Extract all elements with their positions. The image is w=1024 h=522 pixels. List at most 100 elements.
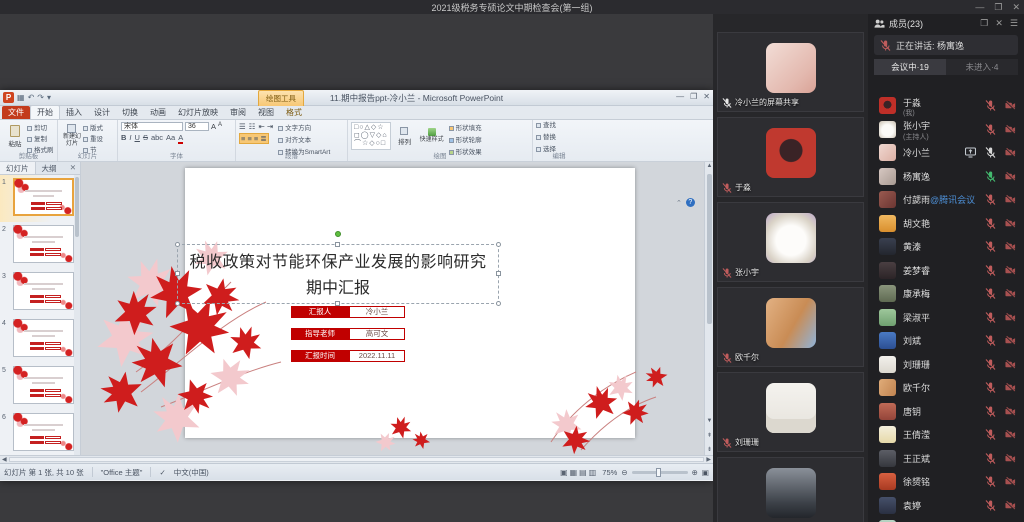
grow-font-button[interactable]: A: [211, 122, 216, 131]
camera-off-icon[interactable]: [1005, 265, 1016, 276]
strikethrough-button[interactable]: S: [143, 133, 148, 144]
italic-button[interactable]: I: [129, 133, 131, 144]
clear-formatting-button[interactable]: abc: [151, 133, 163, 144]
mic-icon[interactable]: [985, 312, 996, 323]
paste-button[interactable]: 粘贴: [3, 122, 27, 150]
mic-icon[interactable]: [985, 382, 996, 393]
ribbon-tab[interactable]: 开始: [30, 105, 60, 119]
member-row[interactable]: 张小宇 (主持人): [868, 118, 1024, 142]
member-row[interactable]: 徐赟铭: [868, 470, 1024, 494]
ribbon-tab[interactable]: 幻灯片放映: [172, 106, 224, 119]
align-buttons[interactable]: ≡ ≡ ≡ ≣: [239, 133, 269, 144]
resize-handle[interactable]: [175, 301, 180, 306]
mic-icon[interactable]: [985, 429, 996, 440]
slide-scrollbar-horizontal[interactable]: ◀ ▶: [0, 455, 713, 463]
numbering-button[interactable]: ☷: [249, 122, 256, 131]
member-row[interactable]: 胡文艳: [868, 212, 1024, 236]
member-row[interactable]: 王正斌: [868, 447, 1024, 471]
panel-menu-icon[interactable]: ☰: [1010, 18, 1018, 29]
member-row[interactable]: 刘珊珊: [868, 353, 1024, 377]
camera-off-icon[interactable]: [1005, 476, 1016, 487]
resize-handle[interactable]: [335, 242, 340, 247]
tab-not-joined[interactable]: 未进入·4: [946, 59, 1018, 75]
reset-button[interactable]: 重设: [83, 133, 103, 143]
find-button[interactable]: 查找: [536, 119, 582, 129]
resize-handle[interactable]: [175, 242, 180, 247]
ppt-close-button[interactable]: ✕: [703, 92, 710, 101]
camera-off-icon[interactable]: [1005, 335, 1016, 346]
member-row[interactable]: 姜梦睿: [868, 259, 1024, 283]
slide-info-table[interactable]: 汇报人 冷小兰 指导老师 高可文 汇报时间 2022.11.11: [291, 306, 405, 372]
mic-icon[interactable]: [985, 100, 996, 111]
camera-off-icon[interactable]: [1005, 147, 1016, 158]
camera-off-icon[interactable]: [1005, 124, 1016, 135]
member-row[interactable]: 康承梅: [868, 282, 1024, 306]
qat-customize-icon[interactable]: ▾: [47, 93, 51, 102]
minimize-button[interactable]: —: [975, 0, 984, 14]
mic-icon[interactable]: [985, 288, 996, 299]
slide-thumbnail[interactable]: 3: [0, 269, 74, 316]
new-slide-button[interactable]: 新建幻灯片: [61, 122, 83, 150]
member-row[interactable]: 杨寓逸: [868, 165, 1024, 189]
camera-off-icon[interactable]: [1005, 453, 1016, 464]
previous-slide-button[interactable]: ⇞: [705, 432, 713, 439]
resize-handle[interactable]: [175, 271, 180, 276]
undo-icon[interactable]: ↶: [28, 93, 35, 102]
zoom-in-button[interactable]: ⊕: [692, 468, 698, 477]
member-row[interactable]: 梁淑平: [868, 306, 1024, 330]
fit-to-window-button[interactable]: ▣: [702, 468, 709, 477]
outline-panel-tab[interactable]: 大纲: [36, 162, 63, 174]
font-color-button[interactable]: A: [178, 133, 183, 144]
indent-buttons[interactable]: ⇤ ⇥: [258, 122, 273, 131]
shrink-font-button[interactable]: A: [218, 122, 222, 131]
font-name-combobox[interactable]: 宋体: [121, 122, 183, 131]
mic-icon[interactable]: [985, 171, 996, 182]
member-row[interactable]: 黄溙: [868, 235, 1024, 259]
resize-handle[interactable]: [496, 301, 501, 306]
shape-fill-button[interactable]: 形状填充: [449, 122, 482, 132]
mic-icon[interactable]: [985, 194, 996, 205]
slide-thumbnail[interactable]: 2: [0, 222, 74, 269]
member-row[interactable]: 袁婷: [868, 494, 1024, 518]
video-tile[interactable]: 刘珊珊: [717, 372, 864, 452]
member-row[interactable]: 欧千尔: [868, 376, 1024, 400]
ppt-maximize-button[interactable]: ❐: [690, 92, 697, 101]
camera-off-icon[interactable]: [1005, 406, 1016, 417]
camera-off-icon[interactable]: [1005, 500, 1016, 511]
tab-in-meeting[interactable]: 会议中·19: [874, 59, 946, 75]
thumbnail-scrollbar[interactable]: [74, 175, 80, 455]
popout-panel-icon[interactable]: ❐: [980, 18, 988, 29]
redo-icon[interactable]: ↷: [37, 93, 44, 102]
video-tile[interactable]: 欧千尔: [717, 287, 864, 367]
mic-icon[interactable]: [985, 124, 996, 135]
close-panel-icon[interactable]: ✕: [66, 162, 80, 174]
rotate-handle[interactable]: [335, 231, 341, 237]
mic-icon[interactable]: [985, 406, 996, 417]
mic-icon[interactable]: [985, 265, 996, 276]
ribbon-tab[interactable]: 设计: [88, 106, 116, 119]
ppt-minimize-button[interactable]: —: [676, 92, 684, 101]
camera-off-icon[interactable]: [1005, 100, 1016, 111]
slide-thumbnail[interactable]: 1: [0, 175, 74, 222]
ribbon-tab[interactable]: 插入: [60, 106, 88, 119]
member-row[interactable]: 唐钥: [868, 400, 1024, 424]
slide-title-textbox[interactable]: 税收政策对节能环保产业发展的影响研究 期中汇报: [177, 244, 499, 304]
member-row[interactable]: 付勰雨@腾讯会议: [868, 188, 1024, 212]
member-row[interactable]: 冷小兰: [868, 141, 1024, 165]
camera-off-icon[interactable]: [1005, 312, 1016, 323]
next-slide-button[interactable]: ⇟: [705, 446, 713, 453]
help-icon[interactable]: ?: [686, 198, 695, 207]
minimize-ribbon-icon[interactable]: ⌃: [676, 199, 682, 207]
replace-button[interactable]: 替换: [536, 131, 582, 141]
mic-icon[interactable]: [985, 359, 996, 370]
member-row[interactable]: 于淼 (我): [868, 94, 1024, 118]
video-tile[interactable]: 张小宇: [717, 202, 864, 282]
ribbon-tab[interactable]: 审阅: [224, 106, 252, 119]
camera-off-icon[interactable]: [1005, 171, 1016, 182]
mic-icon[interactable]: [985, 241, 996, 252]
camera-off-icon[interactable]: [1005, 382, 1016, 393]
zoom-slider[interactable]: [632, 471, 688, 474]
view-mode-buttons[interactable]: ▣▦▤▥: [560, 468, 598, 477]
close-panel-icon[interactable]: ✕: [995, 18, 1003, 29]
cut-button[interactable]: 剪切: [27, 122, 54, 132]
